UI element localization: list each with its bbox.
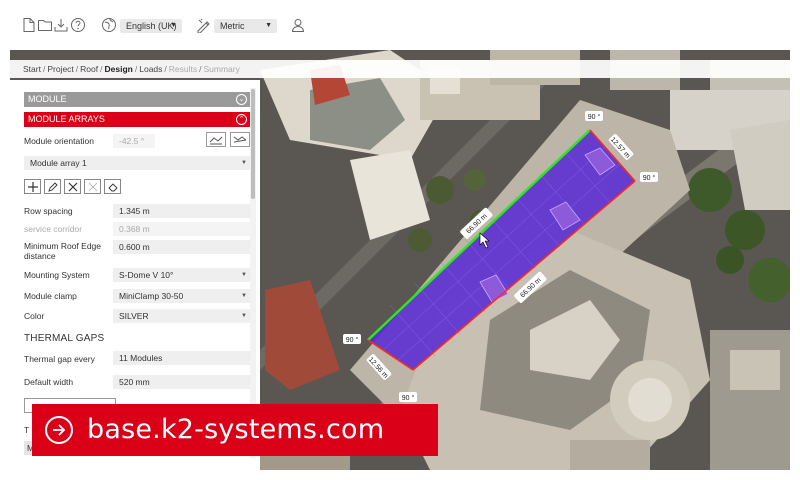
- portrait-modules-icon: [233, 136, 247, 143]
- default-width-label: Default width: [24, 377, 74, 387]
- add-array-button[interactable]: [24, 179, 41, 194]
- breadcrumb-project[interactable]: Project: [47, 64, 73, 74]
- angle-badge: 90 °: [343, 334, 361, 344]
- angle-badge: 90 °: [585, 111, 603, 121]
- chevron-down-icon: ▼: [241, 313, 247, 319]
- user-icon[interactable]: [290, 17, 306, 33]
- new-file-icon[interactable]: [21, 17, 37, 33]
- thermal-gaps-heading: THERMAL GAPS: [24, 333, 105, 344]
- top-toolbar: English (UK) ▼ Metric ▼: [0, 0, 800, 50]
- chevron-down-icon: ▼: [241, 272, 247, 278]
- module-arrays-section-title: MODULE ARRAYS: [28, 114, 105, 124]
- color-value: SILVER: [119, 311, 149, 321]
- min-roof-edge-input[interactable]: 0.600 m: [113, 240, 251, 254]
- chevron-down-icon: ▼: [241, 160, 247, 166]
- breadcrumb: Start / Project / Roof / Design / Loads / Results /…: [10, 60, 790, 78]
- chevron-down-icon: ▼: [265, 22, 272, 29]
- orientation-landscape-button[interactable]: [206, 132, 226, 147]
- breadcrumb-summary: Summary: [203, 64, 240, 74]
- breadcrumb-start[interactable]: Start: [23, 64, 41, 74]
- thermal-gap-every-label: Thermal gap every: [24, 354, 95, 364]
- language-select-value: English (UK): [126, 21, 177, 31]
- delete-array-button[interactable]: [64, 179, 81, 194]
- breadcrumb-results: Results: [168, 64, 198, 74]
- open-folder-icon[interactable]: [37, 17, 53, 33]
- units-select[interactable]: Metric ▼: [214, 19, 277, 33]
- color-label: Color: [24, 311, 45, 321]
- module-section-title: MODULE: [28, 94, 67, 104]
- service-corridor-input[interactable]: 0.368 m: [113, 222, 251, 236]
- color-select[interactable]: SILVER ▼: [113, 309, 251, 323]
- mounting-system-label: Mounting System: [24, 270, 90, 280]
- cross-split-icon: [88, 182, 98, 192]
- help-icon[interactable]: [70, 17, 86, 33]
- plus-icon: [28, 182, 38, 192]
- breadcrumb-design[interactable]: Design: [105, 64, 133, 74]
- module-clamp-label: Module clamp: [24, 291, 77, 301]
- min-roof-edge-label-2: distance: [24, 251, 56, 261]
- chevron-down-icon: ▼: [241, 293, 247, 299]
- close-icon: [68, 182, 78, 192]
- svg-text:90 °: 90 °: [643, 174, 656, 182]
- module-arrays-section-header[interactable]: MODULE ARRAYS ⌃: [24, 112, 251, 127]
- angle-badge: 90 °: [640, 172, 658, 182]
- download-icon[interactable]: [53, 17, 69, 33]
- units-select-value: Metric: [220, 21, 245, 31]
- default-width-input[interactable]: 520 mm: [113, 375, 251, 389]
- module-array-select[interactable]: Module array 1 ▼: [24, 156, 251, 170]
- svg-text:90 °: 90 °: [402, 394, 415, 402]
- partial-label-t: T: [24, 425, 30, 435]
- min-roof-edge-label: Minimum Roof Edge: [24, 241, 102, 251]
- chevron-up-icon: ⌃: [236, 114, 247, 125]
- eraser-icon: [108, 183, 118, 192]
- globe-icon: [102, 18, 116, 32]
- service-corridor-label: service corridor: [24, 224, 83, 234]
- website-url[interactable]: base.k2-systems.com: [87, 414, 384, 446]
- module-section-header[interactable]: MODULE ⌄: [24, 92, 251, 107]
- chevron-down-icon: ▼: [170, 22, 177, 29]
- module-orientation-label: Module orientation: [24, 136, 94, 146]
- eraser-button[interactable]: [104, 179, 121, 194]
- chevron-down-icon: ⌄: [236, 94, 247, 105]
- svg-text:90 °: 90 °: [588, 113, 601, 121]
- panel-scrollbar[interactable]: [250, 88, 256, 458]
- angle-badge: 90 °: [399, 392, 417, 402]
- edit-array-button[interactable]: [44, 179, 61, 194]
- mounting-system-value: S-Dome V 10°: [119, 270, 174, 280]
- module-array-select-value: Module array 1: [30, 158, 87, 168]
- ruler-pencil-icon: [197, 18, 210, 33]
- row-spacing-label: Row spacing: [24, 206, 73, 216]
- module-orientation-input[interactable]: -42.5 °: [113, 134, 155, 148]
- mounting-system-select[interactable]: S-Dome V 10° ▼: [113, 268, 251, 282]
- thermal-gap-every-input[interactable]: 11 Modules: [113, 351, 251, 365]
- orientation-portrait-button[interactable]: [230, 132, 250, 147]
- svg-text:90 °: 90 °: [346, 336, 359, 344]
- module-clamp-select[interactable]: MiniClamp 30-50 ▼: [113, 289, 251, 303]
- arrow-right-circle-icon: [45, 416, 73, 444]
- row-spacing-input[interactable]: 1.345 m: [113, 204, 251, 218]
- promo-banner[interactable]: base.k2-systems.com: [32, 404, 438, 456]
- module-clamp-value: MiniClamp 30-50: [119, 291, 184, 301]
- breadcrumb-roof[interactable]: Roof: [80, 64, 98, 74]
- panel-scrollbar-thumb[interactable]: [251, 89, 255, 199]
- pencil-icon: [48, 182, 58, 192]
- breadcrumb-loads[interactable]: Loads: [139, 64, 162, 74]
- split-array-button[interactable]: [84, 179, 101, 194]
- language-select[interactable]: English (UK) ▼: [120, 19, 182, 33]
- landscape-modules-icon: [209, 136, 223, 145]
